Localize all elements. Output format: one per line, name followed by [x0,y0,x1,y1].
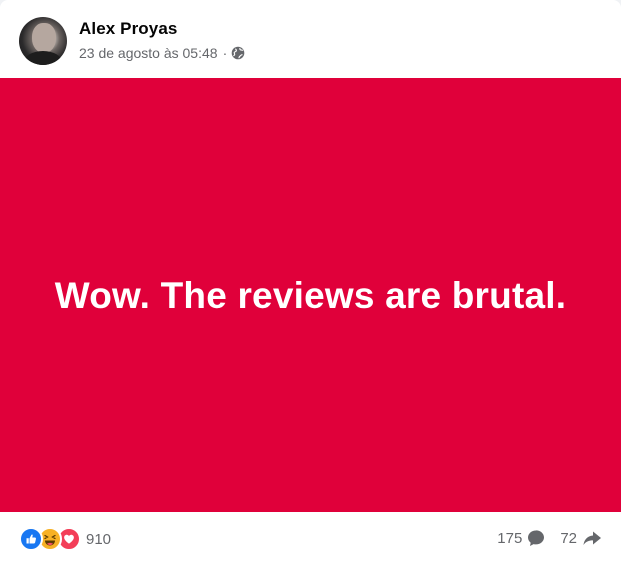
post-meta: 23 de agosto às 05:48 · [79,45,245,61]
like-icon [19,527,43,551]
banner-text: Wow. The reviews are brutal. [54,275,567,316]
comment-count: 175 [497,529,523,547]
share-icon [583,531,601,545]
meta-separator: · [222,45,228,61]
post-timestamp[interactable]: 23 de agosto às 05:48 [79,45,218,61]
reactions-summary[interactable]: 910 [19,527,111,551]
shares-stat[interactable]: 72 [560,528,603,548]
author-name[interactable]: Alex Proyas [79,19,177,39]
author-avatar[interactable] [19,17,67,65]
comments-stat[interactable]: 175 [497,528,546,548]
post-footer: 910 175 72 [0,512,621,561]
comment-icon [528,530,545,546]
engagement-stats: 175 72 [497,528,603,548]
text-post-banner[interactable]: Wow. The reviews are brutal. [0,78,621,512]
share-count: 72 [560,529,577,547]
globe-icon[interactable] [231,46,245,60]
post-header: Alex Proyas 23 de agosto às 05:48 · [0,0,621,78]
post-card: Alex Proyas 23 de agosto às 05:48 · Wow.… [0,0,621,561]
reaction-count[interactable]: 910 [86,531,111,548]
